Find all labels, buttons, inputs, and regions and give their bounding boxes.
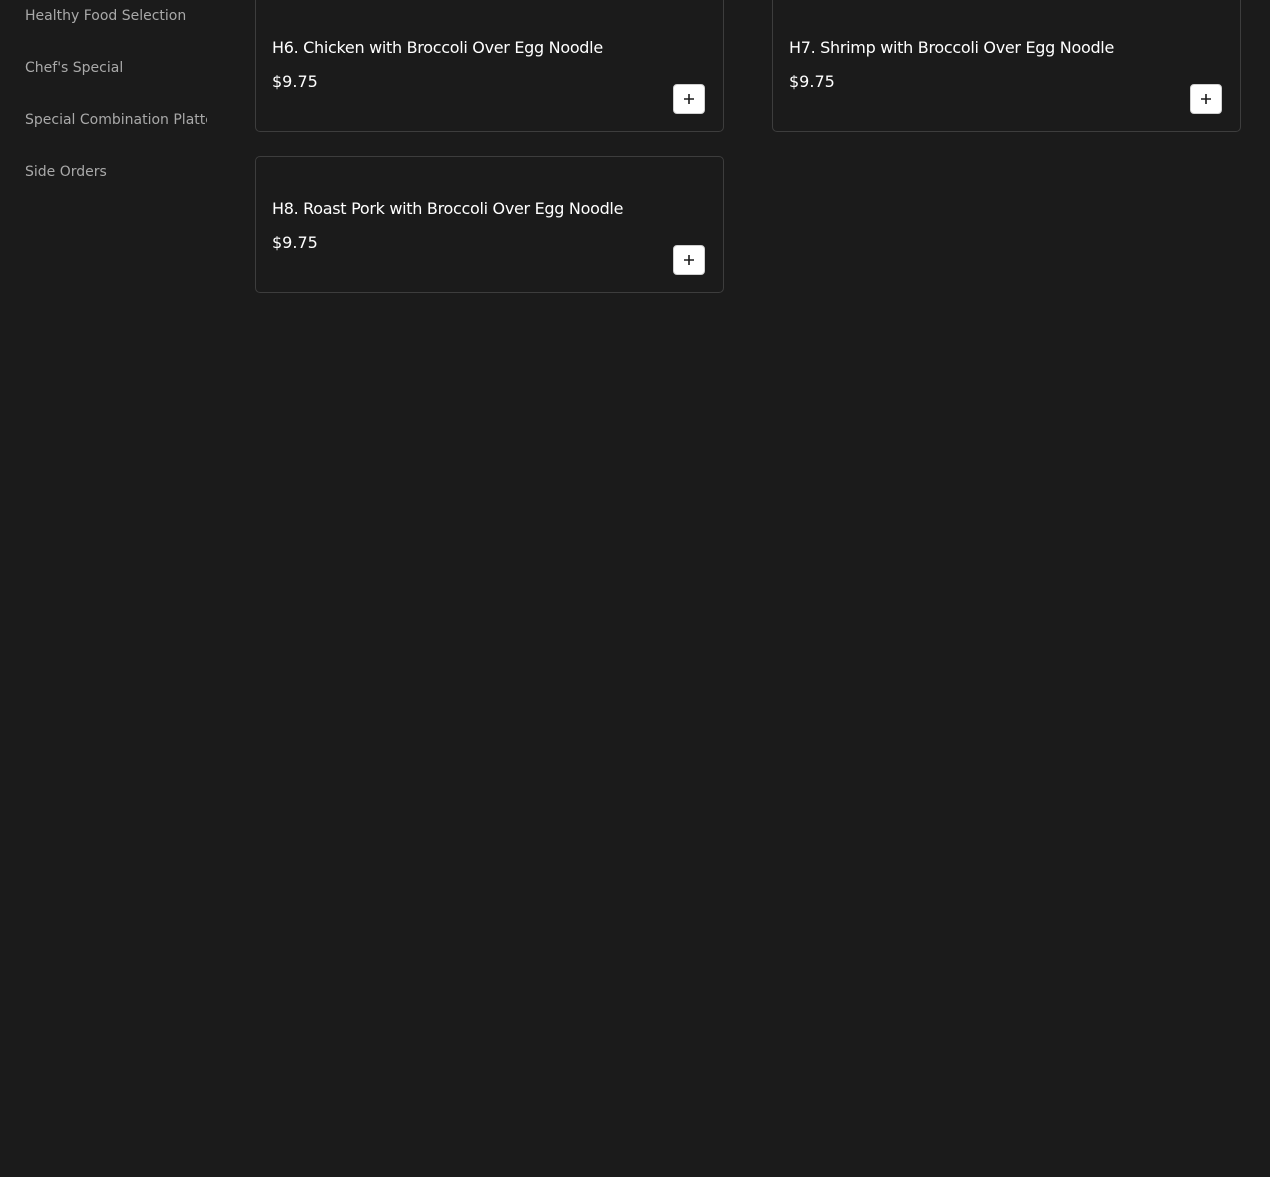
menu-item-price: $9.75	[789, 72, 835, 91]
add-to-cart-button[interactable]	[673, 84, 705, 114]
menu-item-price: $9.75	[272, 72, 318, 91]
add-to-cart-button[interactable]	[673, 245, 705, 275]
category-sidebar: Healthy Food Selection Chef's Special Sp…	[0, 0, 207, 1177]
menu-item-name: H8. Roast Pork with Broccoli Over Egg No…	[272, 199, 624, 218]
plus-icon	[684, 94, 694, 104]
sidebar-item-healthy-food-selection[interactable]: Healthy Food Selection	[25, 7, 186, 25]
sidebar-item-side-orders[interactable]: Side Orders	[25, 163, 107, 181]
menu-item-price: $9.75	[272, 233, 318, 252]
menu-item-card[interactable]: H6. Chicken with Broccoli Over Egg Noodl…	[255, 0, 724, 132]
add-to-cart-button[interactable]	[1190, 84, 1222, 114]
sidebar-item-chefs-special[interactable]: Chef's Special	[25, 59, 123, 77]
plus-icon	[684, 255, 694, 265]
menu-item-name: H6. Chicken with Broccoli Over Egg Noodl…	[272, 38, 603, 57]
plus-icon	[1201, 94, 1211, 104]
menu-item-card[interactable]: H7. Shrimp with Broccoli Over Egg Noodle…	[772, 0, 1241, 132]
sidebar-item-special-combination-platters[interactable]: Special Combination Platters	[25, 111, 207, 129]
menu-item-name: H7. Shrimp with Broccoli Over Egg Noodle	[789, 38, 1114, 57]
menu-item-card[interactable]: H8. Roast Pork with Broccoli Over Egg No…	[255, 156, 724, 293]
